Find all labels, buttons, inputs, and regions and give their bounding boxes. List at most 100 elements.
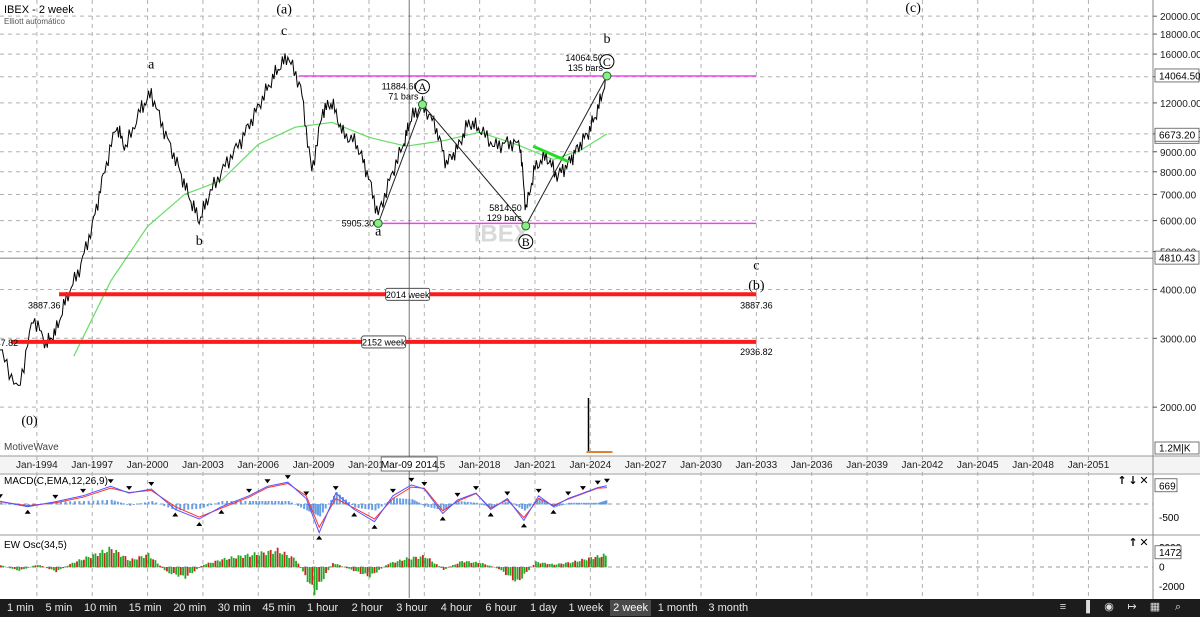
macd-histogram-bar	[422, 504, 425, 506]
macd-histogram-bar	[101, 500, 104, 505]
calendar-icon[interactable]: ▦	[1148, 601, 1162, 614]
osc-bar	[209, 562, 212, 568]
timeframe-button-1-week[interactable]: 1 week	[566, 600, 607, 616]
macd-histogram-bar	[515, 504, 518, 506]
macd-histogram-bar	[92, 500, 95, 505]
osc-bar	[546, 564, 549, 568]
osc-bar	[55, 567, 58, 573]
macd-histogram-bar	[264, 501, 267, 505]
timeframe-button-3-month[interactable]: 3 month	[705, 600, 751, 616]
osc-bar	[364, 567, 367, 574]
osc-bar	[39, 565, 42, 568]
osc-bar	[334, 564, 337, 568]
osc-bar	[502, 567, 505, 572]
timeframe-button-6-hour[interactable]: 6 hour	[482, 600, 519, 616]
osc-bar	[558, 563, 560, 568]
macd-histogram-bar	[592, 502, 595, 505]
macd-histogram-bar	[565, 503, 568, 505]
osc-bar	[129, 560, 131, 568]
timeframe-button-20-min[interactable]: 20 min	[170, 600, 209, 616]
timeframe-button-1-hour[interactable]: 1 hour	[304, 600, 341, 616]
osc-bar	[304, 567, 307, 576]
osc-bar	[299, 567, 302, 569]
osc-bar	[136, 559, 138, 568]
timeframe-button-15-min[interactable]: 15 min	[126, 600, 165, 616]
point-bars-label: 135 bars	[568, 63, 604, 73]
osc-bar	[265, 555, 267, 568]
osc-bar	[348, 567, 351, 569]
osc-bar	[602, 553, 605, 568]
osc-bar	[191, 567, 194, 574]
osc-bar	[486, 565, 489, 568]
list-icon[interactable]: ≡	[1056, 601, 1070, 614]
timeframe-button-45-min[interactable]: 45 min	[259, 600, 298, 616]
wave-label: (0)	[21, 414, 38, 429]
wave-circle-label: B	[522, 235, 530, 249]
osc-bar	[64, 566, 67, 568]
osc-bar	[297, 563, 300, 568]
macd-histogram-bar	[151, 501, 154, 505]
macd-y-tick-label: 669	[1159, 481, 1176, 492]
macd-histogram-bar	[415, 501, 418, 505]
osc-bar	[59, 567, 62, 569]
timeframe-button-4-hour[interactable]: 4 hour	[438, 600, 475, 616]
osc-bar	[66, 565, 69, 568]
wave-label: b	[603, 32, 610, 47]
range-icon[interactable]: ↦	[1125, 601, 1139, 614]
osc-bar	[544, 562, 547, 568]
zoom-icon[interactable]: ⌕	[1171, 601, 1185, 614]
osc-bar	[230, 556, 233, 568]
macd-histogram-bar	[126, 504, 129, 505]
osc-bar	[382, 566, 385, 568]
wave-point[interactable]	[417, 100, 427, 110]
wave-point[interactable]	[521, 221, 531, 231]
macd-histogram-bar	[155, 502, 158, 505]
eye-icon[interactable]: ◉	[1102, 601, 1116, 614]
macd-histogram-bar	[413, 500, 416, 505]
bar-style-icon[interactable]: ▐	[1079, 601, 1093, 614]
down-icon[interactable]: ↓	[1128, 474, 1137, 487]
osc-bar	[172, 567, 175, 574]
timeframe-button-30-min[interactable]: 30 min	[215, 600, 254, 616]
osc-bar	[216, 560, 219, 568]
osc-y-tick-label: -2000	[1159, 582, 1185, 593]
wave-point[interactable]	[602, 71, 612, 81]
macd-histogram-bar	[143, 502, 146, 505]
up-icon[interactable]: ↑	[1128, 536, 1137, 549]
x-tick-label: Jan-2051	[1068, 460, 1110, 471]
macd-histogram-bar	[357, 504, 360, 508]
osc-bar	[163, 567, 166, 571]
osc-bar	[288, 558, 291, 568]
timeframe-button-2-week[interactable]: 2 week	[610, 600, 651, 616]
timeframe-button-1-min[interactable]: 1 min	[4, 600, 37, 616]
macd-histogram-bar	[314, 504, 317, 515]
timeframe-button-3-hour[interactable]: 3 hour	[393, 600, 430, 616]
macd-histogram-bar	[521, 504, 524, 509]
up-icon[interactable]: ↑	[1117, 474, 1126, 487]
osc-bar	[89, 558, 92, 568]
macd-histogram-bar	[113, 500, 116, 505]
close-icon[interactable]: ✕	[1139, 474, 1148, 487]
macd-histogram-bar	[504, 502, 507, 505]
timeframe-button-10-min[interactable]: 10 min	[81, 600, 120, 616]
timeframe-button-1-month[interactable]: 1 month	[655, 600, 701, 616]
osc-bar	[465, 561, 468, 568]
chart-window: Jan-1994 Jan-1997 Jan-2000 Jan-2003 Jan-2006…	[0, 0, 1200, 617]
timeframe-button-5-min[interactable]: 5 min	[43, 600, 76, 616]
osc-bar	[600, 556, 603, 568]
osc-bar	[366, 567, 369, 577]
osc-bar	[23, 567, 25, 570]
osc-bar	[285, 555, 288, 568]
osc-bar	[71, 562, 74, 568]
chart-canvas[interactable]: Jan-1994 Jan-1997 Jan-2000 Jan-2003 Jan-2006…	[0, 0, 1200, 599]
macd-histogram-bar	[367, 504, 370, 510]
osc-bar	[458, 561, 461, 568]
timeframe-button-2-hour[interactable]: 2 hour	[349, 600, 386, 616]
timeframe-button-1-day[interactable]: 1 day	[527, 600, 560, 616]
close-icon[interactable]: ✕	[1139, 536, 1148, 549]
osc-bar	[318, 567, 321, 582]
osc-bar	[76, 561, 78, 568]
osc-bar	[581, 558, 583, 568]
osc-bar	[518, 567, 521, 581]
macd-histogram-bar	[258, 501, 261, 505]
